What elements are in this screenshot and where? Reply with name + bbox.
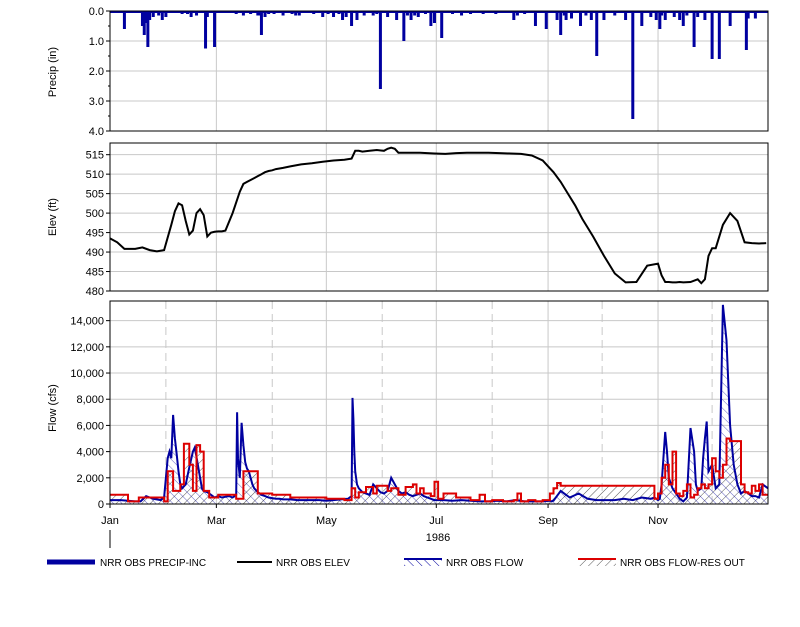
- x-axis-tick-label: May: [316, 515, 337, 527]
- precip-bar: [213, 11, 217, 47]
- precip-bar: [595, 11, 599, 56]
- x-axis-tick-label: Mar: [207, 515, 226, 527]
- precip-tick-label: 1.0: [89, 36, 104, 48]
- precip-tick-label: 4.0: [89, 126, 104, 138]
- flow-tick-label: 6,000: [76, 420, 104, 432]
- x-axis-tick-label: Jan: [101, 515, 119, 527]
- elev-axis-title: Elev (ft): [47, 198, 59, 236]
- elev-series-line: [109, 146, 767, 285]
- precip-bar: [681, 11, 685, 26]
- x-axis-tick-label: Nov: [648, 515, 668, 527]
- flow-tick-label: 12,000: [70, 342, 104, 354]
- flow-tick-label: 0: [98, 499, 104, 511]
- precip-bar: [640, 11, 644, 26]
- elev-tick-label: 490: [86, 247, 104, 259]
- precip-bar: [429, 11, 433, 26]
- flow-tick-label: 10,000: [70, 368, 104, 380]
- precip-bar: [717, 11, 721, 59]
- elev-tick-label: 480: [86, 286, 104, 298]
- legend-label-elev: NRR OBS ELEV: [276, 558, 350, 569]
- precip-bar: [378, 11, 382, 89]
- flow-axis-title: Flow (cfs): [47, 384, 59, 432]
- elev-tick-label: 510: [86, 169, 104, 181]
- elev-tick-label: 500: [86, 208, 104, 220]
- legend-swatch-resout: [578, 559, 616, 566]
- precip-bar: [533, 11, 537, 26]
- flow-tick-label: 2,000: [76, 473, 104, 485]
- precip-bar: [402, 11, 406, 41]
- flow-tick-label: 4,000: [76, 447, 104, 459]
- precip-bar: [122, 11, 126, 29]
- precip-bar: [579, 11, 583, 26]
- elev-tick-label: 485: [86, 267, 104, 279]
- precip-bar: [259, 11, 263, 35]
- precip-bar: [440, 11, 444, 38]
- legend-label-resout: NRR OBS FLOW-RES OUT: [620, 558, 745, 569]
- x-axis-tick-label: Jul: [429, 515, 443, 527]
- elev-panel-frame: [109, 142, 769, 292]
- legend: NRR OBS PRECIP-INC NRR OBS ELEV NRR OBS …: [47, 558, 745, 569]
- x-axis-year: 1986: [426, 532, 450, 544]
- flow-tick-label: 8,000: [76, 394, 104, 406]
- precip-bar: [544, 11, 548, 29]
- legend-label-precip: NRR OBS PRECIP-INC: [100, 558, 206, 569]
- flow-tick-label: 14,000: [70, 316, 104, 328]
- precip-bar: [559, 11, 563, 35]
- elev-tick-label: 515: [86, 150, 104, 162]
- precip-bar: [350, 11, 354, 26]
- precip-tick-label: 3.0: [89, 96, 104, 108]
- precip-bar: [692, 11, 696, 47]
- precip-bar: [631, 11, 635, 119]
- precip-axis-title: Precip (in): [47, 47, 59, 97]
- precip-bar: [710, 11, 714, 59]
- legend-swatch-flow: [404, 559, 442, 566]
- hydrograph-chart: Precip (in) Elev (ft) Flow (cfs) 1986 NR…: [47, 6, 769, 569]
- elev-tick-label: 505: [86, 189, 104, 201]
- legend-label-flow: NRR OBS FLOW: [446, 558, 524, 569]
- precip-bar: [728, 11, 732, 26]
- elev-tick-label: 495: [86, 228, 104, 240]
- precip-tick-label: 2.0: [89, 66, 104, 78]
- precip-tick-label: 0.0: [89, 6, 104, 18]
- x-axis-tick-label: Sep: [538, 515, 558, 527]
